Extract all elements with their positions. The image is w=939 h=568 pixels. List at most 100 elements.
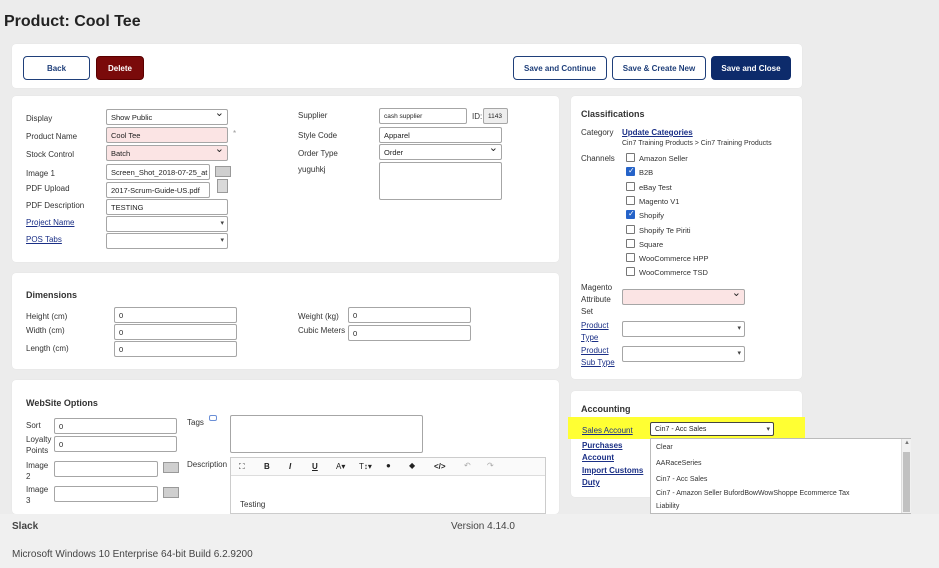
height-field[interactable]: 0 (114, 307, 237, 323)
image3-icon[interactable] (163, 487, 179, 498)
image1-field[interactable]: Screen_Shot_2018-07-25_at (106, 164, 210, 180)
image-icon[interactable] (215, 166, 231, 177)
product-subtype-select[interactable] (622, 346, 745, 362)
tags-info-icon[interactable] (209, 415, 217, 421)
image3-label-line2: 3 (26, 496, 31, 505)
sort-field[interactable]: 0 (54, 418, 177, 434)
back-button[interactable]: Back (23, 56, 90, 80)
product-type-link-line1[interactable]: Product (581, 321, 609, 330)
product-type-select[interactable] (622, 321, 745, 337)
highlight-icon[interactable]: ◆ (409, 461, 415, 470)
magento-label-line2: Attribute (581, 295, 611, 304)
import-customs-link-line1[interactable]: Import Customs (582, 466, 643, 475)
channel-checkbox[interactable] (626, 267, 635, 277)
channels-label: Channels (581, 154, 615, 163)
product-name-field[interactable]: Cool Tee (106, 127, 228, 143)
save-and-close-button[interactable]: Save and Close (711, 56, 791, 80)
height-label: Height (cm) (26, 312, 68, 321)
product-subtype-link-line1[interactable]: Product (581, 346, 609, 355)
purchases-account-link-line2[interactable]: Account (582, 453, 614, 462)
italic-icon[interactable]: I (289, 462, 291, 471)
font-icon[interactable]: A▾ (336, 462, 345, 471)
magento-attribute-set-select[interactable] (622, 289, 745, 305)
supplier-label: Supplier (298, 111, 328, 120)
color-icon[interactable]: ● (386, 461, 391, 470)
sales-account-select[interactable]: Cin7 - Acc Sales (650, 422, 774, 436)
purchases-account-link-line1[interactable]: Purchases (582, 441, 622, 450)
weight-label: Weight (kg) (298, 312, 339, 321)
custom-field-textarea[interactable] (379, 162, 502, 200)
delete-button[interactable]: Delete (96, 56, 144, 80)
classifications-heading: Classifications (581, 109, 645, 119)
dropdown-option[interactable]: Clear (656, 444, 673, 451)
channel-checkbox[interactable] (626, 238, 635, 248)
channel-checkbox[interactable] (626, 153, 635, 162)
fullscreen-icon[interactable]: ⛶ (239, 462, 245, 472)
sales-account-link[interactable]: Sales Account (582, 426, 633, 435)
length-field[interactable]: 0 (114, 341, 237, 357)
dropdown-option[interactable]: AARaceSeries (656, 460, 702, 467)
width-field[interactable]: 0 (114, 324, 237, 340)
loyalty-label-line1: Loyalty (26, 435, 52, 444)
pos-tabs-select[interactable] (106, 233, 228, 249)
channel-checkbox[interactable] (626, 253, 635, 263)
dropdown-option[interactable]: Cin7 - Amazon Seller BufordBowWowShoppe … (656, 490, 850, 497)
length-label: Length (cm) (26, 344, 69, 353)
loyalty-points-field[interactable]: 0 (54, 436, 177, 452)
dropdown-option[interactable]: Cin7 - Acc Sales (656, 476, 707, 483)
category-label: Category (581, 128, 614, 137)
update-categories-link[interactable]: Update Categories (622, 128, 693, 137)
pdf-description-field[interactable]: TESTING (106, 199, 228, 215)
image1-label: Image 1 (26, 169, 55, 178)
weight-field[interactable]: 0 (348, 307, 471, 323)
order-type-select[interactable]: Order (379, 144, 502, 160)
footer-version: Version 4.14.0 (451, 521, 515, 532)
style-code-field[interactable]: Apparel (379, 127, 502, 143)
dropdown-option[interactable]: Liability (656, 503, 679, 510)
display-select[interactable]: Show Public (106, 109, 228, 125)
channel-checkbox[interactable] (626, 195, 635, 205)
description-text: Testing (240, 500, 266, 509)
project-name-link[interactable]: Project Name (26, 218, 74, 227)
pdf-upload-field[interactable]: 2017-Scrum-Guide-US.pdf (106, 182, 210, 198)
save-and-create-new-button[interactable]: Save & Create New (612, 56, 706, 80)
product-subtype-link-line2[interactable]: Sub Type (581, 358, 615, 367)
description-label: Description (187, 460, 228, 469)
dropdown-scrollbar[interactable]: ▲ (901, 439, 911, 513)
code-view-icon[interactable]: </> (434, 462, 446, 471)
save-and-continue-button[interactable]: Save and Continue (513, 56, 607, 80)
channel-label: Magento V1 (639, 196, 680, 206)
style-code-label: Style Code (298, 131, 338, 140)
channel-checkbox[interactable] (626, 166, 635, 177)
image2-icon[interactable] (163, 462, 179, 473)
image2-field[interactable] (54, 461, 158, 477)
tags-textarea[interactable] (230, 415, 423, 453)
stock-control-select[interactable]: Batch (106, 145, 228, 161)
channel-label: eBay Test (639, 182, 672, 192)
scroll-up-icon[interactable]: ▲ (904, 440, 910, 446)
category-path: Cin7 Training Products > Cin7 Training P… (622, 140, 772, 147)
channel-checkbox[interactable] (626, 181, 635, 191)
channel-checkbox[interactable] (626, 209, 635, 220)
channel-label: Shopify (639, 211, 665, 221)
font-size-icon[interactable]: T↕▾ (359, 462, 372, 471)
cubic-meters-field[interactable]: 0 (348, 325, 471, 341)
import-customs-link-line2[interactable]: Duty (582, 478, 600, 487)
pdf-icon[interactable] (217, 179, 228, 193)
required-mark: * (233, 129, 237, 138)
image3-field[interactable] (54, 486, 158, 502)
undo-icon[interactable]: ↶ (464, 461, 471, 470)
bold-icon[interactable]: B (264, 462, 270, 471)
product-type-link-line2[interactable]: Type (581, 333, 598, 342)
supplier-field[interactable]: cash supplier (379, 108, 467, 124)
pos-tabs-link[interactable]: POS Tabs (26, 235, 62, 244)
underline-icon[interactable]: U (312, 462, 318, 471)
project-name-select[interactable] (106, 216, 228, 232)
channel-checkbox[interactable] (626, 224, 635, 234)
channel-label: Square (639, 239, 664, 249)
scrollbar-thumb[interactable] (903, 452, 910, 512)
footer-os: Microsoft Windows 10 Enterprise 64-bit B… (12, 549, 253, 560)
loyalty-label-line2: Points (26, 446, 49, 455)
redo-icon[interactable]: ↷ (487, 461, 494, 470)
display-label: Display (26, 114, 53, 123)
